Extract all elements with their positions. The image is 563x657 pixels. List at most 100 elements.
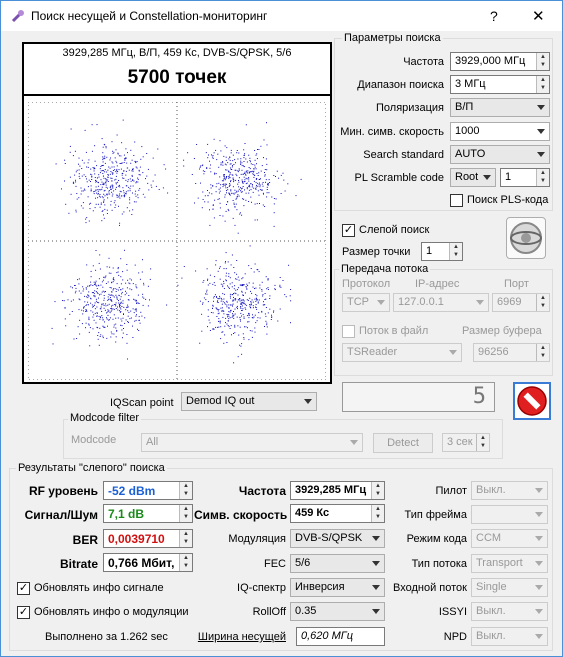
satellite-logo-button[interactable] — [506, 217, 546, 259]
point-size-input[interactable]: 1 ▲ ▼ — [421, 242, 463, 261]
chevron-down-icon — [350, 440, 358, 445]
frequency-input[interactable]: 3929,000 МГц ▲ ▼ — [450, 52, 550, 71]
range-input[interactable]: 3 МГц ▲ ▼ — [450, 75, 550, 94]
detect-time-spinner[interactable]: ▲ ▼ — [476, 434, 489, 451]
modcode-select[interactable]: All — [141, 433, 363, 452]
help-button[interactable]: ? — [490, 8, 498, 24]
chevron-down-icon — [449, 350, 457, 355]
pls-mode-select[interactable]: Root — [450, 168, 496, 187]
input-stream-select[interactable]: Single — [471, 578, 548, 597]
sr-value: 459 Кс — [295, 507, 330, 519]
fec-select[interactable]: 5/6 — [290, 554, 385, 573]
frequency-spinner[interactable]: ▲ ▼ — [536, 53, 549, 70]
freq-spinner[interactable]: ▲ ▼ — [371, 482, 384, 499]
port-label: Порт — [504, 278, 529, 290]
range-spinner[interactable]: ▲ ▼ — [536, 76, 549, 93]
ber-value: 0,0039710 — [108, 532, 165, 546]
detect-time-input[interactable]: 3 сек ▲ ▼ — [442, 433, 490, 452]
bitrate-spinner[interactable]: ▲ ▼ — [179, 554, 192, 571]
iqscan-value: Demod IQ out — [186, 395, 255, 407]
sr-spinner[interactable]: ▲ ▼ — [371, 505, 384, 522]
stream-type-label: Тип потока — [411, 558, 467, 570]
ip-value: 127.0.0.1 — [398, 296, 444, 308]
port-value: 6969 — [497, 296, 522, 308]
code-label: Режим кода — [406, 533, 467, 545]
point-size-label: Размер точки — [342, 246, 411, 258]
update-signal-checkbox[interactable]: ✓ — [17, 582, 30, 595]
blind-search-checkbox[interactable]: ✓ — [342, 224, 355, 237]
input-stream-label: Входной поток — [393, 582, 467, 594]
buffer-value: 96256 — [478, 346, 509, 358]
chevron-down-icon — [535, 512, 543, 517]
rf-spinner[interactable]: ▲ ▼ — [179, 482, 192, 499]
pls-mode-value: Root — [455, 171, 479, 183]
min-sr-value: 1000 — [455, 125, 480, 137]
constellation-header: 3929,285 МГц, В/П, 459 Кс, DVB-S/QPSK, 5… — [62, 47, 292, 59]
buffer-spinner[interactable]: ▲ ▼ — [536, 344, 549, 361]
reader-select[interactable]: TSReader — [342, 343, 462, 362]
pls-search-checkbox[interactable] — [450, 194, 463, 207]
bandwidth-label[interactable]: Ширина несущей — [196, 631, 286, 643]
npd-select[interactable]: Выкл. — [471, 627, 548, 646]
chevron-down-icon — [535, 609, 543, 614]
polarization-value: В/П — [455, 101, 474, 113]
ip-select[interactable]: 127.0.0.1 — [393, 293, 489, 312]
protocol-select[interactable]: TCP — [342, 293, 390, 312]
mod-select[interactable]: DVB-S/QPSK — [290, 529, 385, 548]
stop-button[interactable] — [513, 382, 551, 420]
pls-spinner[interactable]: ▲ ▼ — [536, 169, 549, 186]
min-sr-select[interactable]: 1000 — [450, 122, 550, 141]
snr-spinner[interactable]: ▲ ▼ — [179, 505, 192, 522]
pilot-select[interactable]: Выкл. — [471, 481, 548, 500]
iqscan-select[interactable]: Demod IQ out — [181, 392, 317, 411]
standard-value: AUTO — [455, 148, 486, 160]
update-mod-label: Обновлять инфо о модуляции — [34, 606, 189, 618]
chevron-down-icon — [483, 175, 491, 180]
bandwidth-value: 0,620 МГц — [301, 630, 354, 642]
input-stream-value: Single — [476, 581, 507, 593]
pls-code-input[interactable]: 1 ▲ ▼ — [500, 168, 550, 187]
chevron-down-icon — [535, 585, 543, 590]
file-stream-checkbox[interactable] — [342, 325, 355, 338]
rolloff-select[interactable]: 0.35 — [290, 602, 385, 621]
ber-spinner[interactable]: ▲ ▼ — [179, 530, 192, 547]
iqscan-label: IQScan point — [110, 397, 174, 409]
chevron-down-icon — [537, 129, 545, 134]
buffer-input[interactable]: 96256 ▲ ▼ — [473, 343, 550, 362]
constellation-panel: 3929,285 МГц, В/П, 459 Кс, DVB-S/QPSK, 5… — [22, 42, 332, 384]
issyi-label: ISSYI — [438, 606, 467, 618]
stream-type-select[interactable]: Transport — [471, 554, 548, 573]
standard-select[interactable]: AUTO — [450, 145, 550, 164]
chevron-down-icon — [372, 536, 380, 541]
detect-time-value: 3 сек — [447, 436, 473, 448]
close-button[interactable]: ✕ — [532, 7, 545, 25]
iq-select[interactable]: Инверсия — [290, 578, 385, 597]
pls-search-label: Поиск PLS-кода — [467, 194, 549, 206]
min-sr-label: Мин. симв. скорость — [340, 126, 444, 138]
standard-label: Search standard — [363, 149, 444, 161]
snr-value: 7,1 dB — [108, 507, 145, 521]
polarization-select[interactable]: В/П — [450, 98, 550, 117]
blind-search-label: Слепой поиск — [359, 224, 430, 236]
bandwidth-field: 0,620 МГц — [296, 627, 385, 646]
freq-field: 3929,285 МГц ▲ ▼ — [290, 481, 385, 500]
point-size-spinner[interactable]: ▲ ▼ — [449, 243, 462, 260]
code-select[interactable]: CCM — [471, 529, 548, 548]
stop-icon — [517, 386, 547, 416]
chevron-down-icon — [537, 105, 545, 110]
update-mod-checkbox[interactable]: ✓ — [17, 606, 30, 619]
issyi-select[interactable]: Выкл. — [471, 602, 548, 621]
polarization-label: Поляризация — [376, 102, 444, 114]
chevron-down-icon — [372, 585, 380, 590]
file-stream-label: Поток в файл — [359, 325, 429, 337]
snr-label: Сигнал/Шум — [24, 508, 98, 522]
port-spinner[interactable]: ▲ ▼ — [536, 294, 549, 311]
modcode-title: Modcode filter — [68, 412, 142, 424]
detect-button[interactable]: Detect — [373, 433, 433, 453]
seven-seg-display: 5 — [342, 382, 495, 412]
chevron-down-icon — [535, 561, 543, 566]
protocol-value: TCP — [347, 296, 369, 308]
port-input[interactable]: 6969 ▲ ▼ — [492, 293, 550, 312]
protocol-label: Протокол — [342, 278, 391, 290]
frame-select[interactable] — [471, 505, 548, 524]
